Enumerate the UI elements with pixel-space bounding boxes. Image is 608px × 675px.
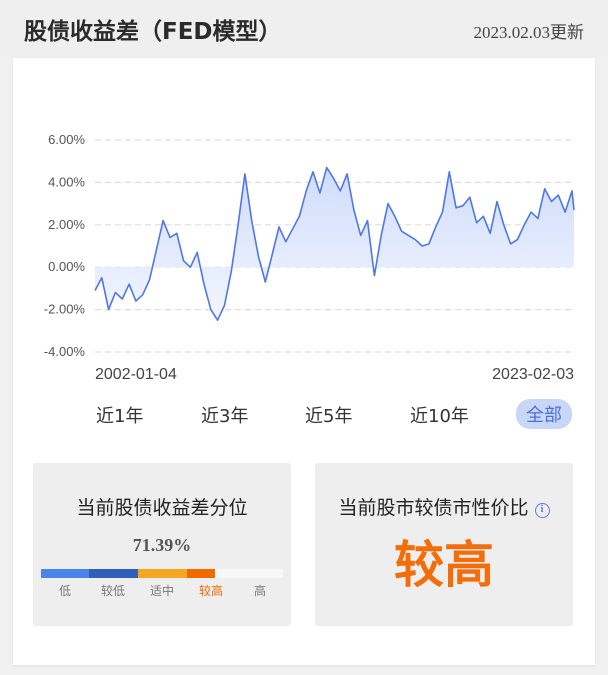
range-all[interactable]: 全部 (516, 399, 572, 429)
segment-label-high: 高 (253, 584, 267, 598)
segment-medium (138, 569, 187, 578)
segment-label-lower: 较低 (100, 584, 126, 598)
info-icon[interactable]: i (534, 503, 550, 518)
range-1y[interactable]: 近1年 (96, 402, 143, 428)
percentile-value: 71.39% (132, 535, 192, 555)
segment-label-low: 低 (58, 584, 72, 598)
percentile-title: 当前股债收益差分位 (76, 497, 248, 519)
value-title: 当前股市较债市性价比 i (315, 493, 573, 520)
range-selector: 近1年 近3年 近5年 近10年 全部 (83, 398, 583, 432)
y-tick-label: 0.00% (48, 259, 85, 274)
y-tick-label: 4.00% (48, 174, 85, 189)
percentile-bar (41, 569, 283, 578)
y-tick-label: 2.00% (48, 217, 85, 232)
page-title: 股债收益差（FED模型） (24, 19, 282, 45)
value-title-text: 当前股市较债市性价比 (338, 497, 529, 519)
segment-high (215, 569, 283, 578)
segment-lower (89, 569, 138, 578)
segment-low (41, 569, 89, 578)
percentile-panel: 当前股债收益差分位 71.39% 低 较低 适中 较高 高 (33, 463, 291, 626)
chart-card: 6.00% 4.00% 2.00% 0.00% -2.00% -4.00% 2002-01-… (13, 58, 595, 665)
range-3y[interactable]: 近3年 (201, 402, 248, 428)
segment-higher (187, 569, 215, 578)
segment-label-higher: 较高 (198, 584, 224, 598)
header: 股债收益差（FED模型） 2023.02.03更新 (0, 0, 608, 58)
update-date: 2023.02.03更新 (473, 23, 585, 42)
range-5y[interactable]: 近5年 (305, 402, 352, 428)
value-verdict: 较高 (394, 536, 494, 594)
fed-chart: 6.00% 4.00% 2.00% 0.00% -2.00% -4.00% 2002-01-… (44, 132, 575, 383)
x-end-date: 2023-02-03 (492, 366, 574, 383)
value-panel: 当前股市较债市性价比 i 较高 (315, 463, 573, 626)
x-start-date: 2002-01-04 (95, 366, 177, 383)
segment-label-medium: 适中 (149, 584, 175, 598)
y-tick-label: -2.00% (44, 302, 86, 317)
series-area (95, 167, 574, 321)
y-tick-label: 6.00% (48, 132, 85, 147)
range-10y[interactable]: 近10年 (410, 402, 469, 428)
y-tick-label: -4.00% (44, 344, 86, 359)
